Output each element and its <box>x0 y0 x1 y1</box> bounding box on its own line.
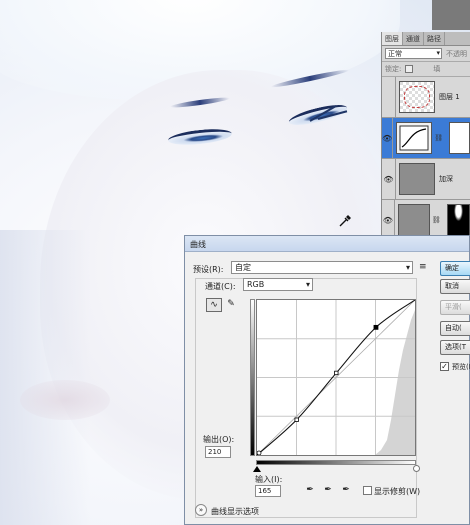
eyedropper-cursor-icon <box>339 215 351 227</box>
input-label: 输入(I): <box>255 475 283 484</box>
eye-icon[interactable]: 👁 <box>382 158 396 200</box>
preview-checkbox[interactable]: ✓ <box>440 362 449 371</box>
output-field[interactable]: 210 <box>205 446 231 458</box>
auto-button[interactable]: 自动( <box>440 321 470 336</box>
curves-adjustment-icon <box>396 122 433 154</box>
neck-shadow <box>0 230 90 525</box>
preset-label: 预设(R): <box>193 265 224 274</box>
curve-control-point[interactable] <box>334 370 339 376</box>
curve-endpoint[interactable] <box>256 450 262 456</box>
tab-paths[interactable]: 路径 <box>424 32 445 45</box>
app-frame-edge <box>432 0 470 30</box>
layer-name: 图层 1 <box>439 93 460 101</box>
black-eyedropper-icon[interactable]: ✒ <box>305 484 315 496</box>
layer-thumbnail <box>397 204 430 236</box>
channel-label: 通道(C): <box>205 282 236 291</box>
white-eyedropper-icon[interactable]: ✒ <box>341 484 351 496</box>
white-point-slider[interactable] <box>413 465 420 472</box>
curve-control-point[interactable] <box>373 324 379 330</box>
curve-display-options-label[interactable]: 曲线显示选项 <box>211 506 259 517</box>
curve-point-tool-icon[interactable]: ∿ <box>206 298 222 312</box>
curves-dialog: 曲线 预设(R): 自定 ≡ 通道(C): RGB ∿ ✎ 输出(O): 210… <box>184 235 470 525</box>
curve-graph[interactable] <box>256 299 416 456</box>
opacity-label: 不透明 <box>446 49 467 58</box>
preset-select[interactable]: 自定 <box>231 261 413 274</box>
layer-row[interactable]: 👁 加深 <box>382 158 470 200</box>
chain-link-icon: ⛓ <box>434 134 444 142</box>
blend-mode-select[interactable]: 正常 <box>385 48 442 59</box>
black-point-slider[interactable] <box>253 466 261 472</box>
layer-thumbnail <box>399 81 435 113</box>
layer-mask-thumbnail[interactable] <box>449 122 470 154</box>
show-clipping-label: 显示修剪(W) <box>374 487 421 496</box>
eye-icon[interactable]: 👁 <box>382 117 394 159</box>
gray-eyedropper-icon[interactable]: ✒ <box>323 484 333 496</box>
output-label: 输出(O): <box>203 435 235 444</box>
tab-layers[interactable]: 图层 <box>382 32 403 45</box>
curve-plot[interactable] <box>256 299 416 456</box>
output-gradient-bar <box>250 299 255 456</box>
curve-control-point[interactable] <box>294 417 299 422</box>
chain-link-icon: ⛓ <box>431 216 441 224</box>
preview-label: 预览(P <box>452 363 470 371</box>
tab-channels[interactable]: 通道 <box>403 32 424 45</box>
cancel-button[interactable]: 取消 <box>440 279 470 294</box>
ok-button[interactable]: 确定 <box>440 261 470 276</box>
visibility-toggle[interactable] <box>382 76 396 118</box>
layers-panel: 图层 通道 路径 正常 不透明 锁定: 填 图层 1 👁 ⛓ 👁 加深 👁 ⛓ <box>381 32 470 242</box>
pencil-tool-icon[interactable]: ✎ <box>225 298 237 312</box>
lock-label: 锁定: <box>385 65 402 73</box>
input-gradient-bar <box>256 460 416 465</box>
lip <box>20 380 110 420</box>
options-button[interactable]: 选项(T <box>440 340 470 355</box>
preset-menu-icon[interactable]: ≡ <box>419 262 427 272</box>
layer-row-active[interactable]: 👁 ⛓ <box>382 117 470 159</box>
panel-tabs: 图层 通道 路径 <box>382 32 470 46</box>
chevron-down-icon[interactable]: » <box>195 504 207 516</box>
layer-mask-thumbnail[interactable] <box>446 204 470 236</box>
dialog-title[interactable]: 曲线 <box>185 236 469 252</box>
fill-label: 填 <box>433 65 441 73</box>
layer-row[interactable]: 图层 1 <box>382 76 470 118</box>
layer-thumbnail <box>399 163 435 195</box>
smooth-button[interactable]: 平滑( <box>440 300 470 315</box>
show-clipping-checkbox[interactable] <box>363 486 372 495</box>
histogram <box>375 310 415 455</box>
lock-transparency-button[interactable] <box>405 65 414 73</box>
channel-select[interactable]: RGB <box>243 278 313 291</box>
input-field[interactable]: 165 <box>255 485 281 497</box>
layer-name: 加深 <box>439 175 453 183</box>
